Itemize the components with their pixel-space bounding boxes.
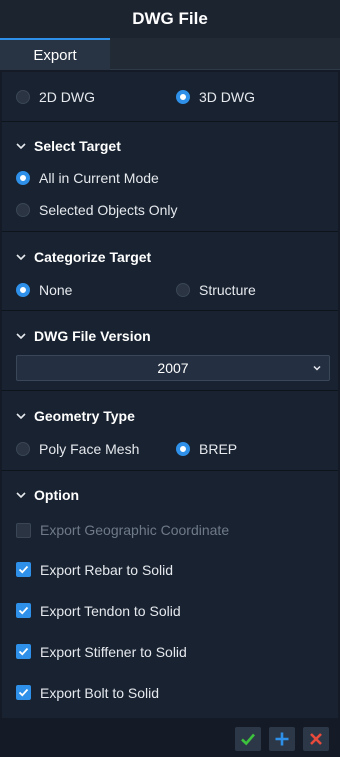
- window-title-text: DWG File: [132, 9, 208, 28]
- categorize-target-option-row: None Structure: [2, 274, 338, 306]
- dwg-version-select[interactable]: 2007: [16, 355, 330, 381]
- option-selected-label: Selected Objects Only: [39, 202, 178, 218]
- option-structure[interactable]: Structure: [176, 282, 336, 298]
- window-title: DWG File: [0, 0, 340, 38]
- chevron-down-icon: [14, 409, 28, 423]
- chevron-down-icon: [14, 250, 28, 264]
- option-section: Option Export Geographic Coordinate Expo…: [2, 471, 338, 714]
- chevron-down-icon: [14, 329, 28, 343]
- dwg-version-header[interactable]: DWG File Version: [2, 311, 338, 353]
- option-item-tendon[interactable]: Export Tendon to Solid: [2, 590, 338, 631]
- option-all-label: All in Current Mode: [39, 170, 159, 186]
- select-target-header[interactable]: Select Target: [2, 122, 338, 162]
- option-brep[interactable]: BREP: [176, 441, 336, 457]
- option-poly-face-mesh[interactable]: Poly Face Mesh: [16, 441, 176, 457]
- radio-poly-face-mesh[interactable]: [16, 442, 30, 456]
- add-button[interactable]: [269, 727, 295, 751]
- select-target-title: Select Target: [34, 138, 121, 154]
- check-icon: [18, 606, 29, 615]
- option-header[interactable]: Option: [2, 471, 338, 511]
- select-target-option-row: All in Current Mode: [2, 162, 338, 194]
- dwg-version-section: DWG File Version 2007: [2, 311, 338, 391]
- geometry-type-section: Geometry Type Poly Face Mesh BREP: [2, 391, 338, 471]
- option-tendon-label: Export Tendon to Solid: [40, 602, 181, 619]
- radio-structure[interactable]: [176, 283, 190, 297]
- option-3d-dwg[interactable]: 3D DWG: [176, 89, 336, 105]
- check-icon: [18, 688, 29, 697]
- radio-2d-dwg[interactable]: [16, 90, 30, 104]
- dwg-version-value: 2007: [157, 360, 189, 376]
- export-panel: 2D DWG 3D DWG Select Target All in Curre…: [2, 72, 338, 718]
- option-3d-dwg-label: 3D DWG: [199, 89, 255, 105]
- select-target-option-row: Selected Objects Only: [2, 194, 338, 226]
- tab-export[interactable]: Export: [0, 38, 110, 70]
- ok-button[interactable]: [235, 727, 261, 751]
- checkbox-export-bolt[interactable]: [16, 685, 31, 700]
- radio-brep[interactable]: [176, 442, 190, 456]
- option-item-stiffener[interactable]: Export Stiffener to Solid: [2, 631, 338, 672]
- option-geographic-label: Export Geographic Coordinate: [40, 522, 230, 538]
- checkbox-export-stiffener[interactable]: [16, 644, 31, 659]
- radio-3d-dwg[interactable]: [176, 90, 190, 104]
- check-icon: [18, 565, 29, 574]
- select-target-section: Select Target All in Current Mode Select…: [2, 122, 338, 232]
- categorize-target-section: Categorize Target None Structure: [2, 232, 338, 311]
- chevron-down-icon: [14, 139, 28, 153]
- radio-selected-objects-only[interactable]: [16, 203, 30, 217]
- output-mode-section: 2D DWG 3D DWG: [2, 72, 338, 122]
- radio-none[interactable]: [16, 283, 30, 297]
- option-rebar-label: Export Rebar to Solid: [40, 561, 174, 578]
- chevron-down-icon: [311, 361, 323, 377]
- option-all-in-current-mode[interactable]: All in Current Mode: [16, 170, 316, 186]
- option-2d-dwg-label: 2D DWG: [39, 89, 95, 105]
- radio-all-in-current-mode[interactable]: [16, 171, 30, 185]
- option-item-rebar[interactable]: Export Rebar to Solid: [2, 549, 338, 590]
- tab-export-label: Export: [33, 46, 77, 64]
- option-item-bolt[interactable]: Export Bolt to Solid: [2, 672, 338, 713]
- checkbox-export-tendon[interactable]: [16, 603, 31, 618]
- close-icon: [310, 733, 322, 745]
- geometry-type-header[interactable]: Geometry Type: [2, 391, 338, 433]
- option-none[interactable]: None: [16, 282, 176, 298]
- option-title: Option: [34, 487, 80, 503]
- dwg-version-title: DWG File Version: [34, 328, 151, 344]
- option-none-label: None: [39, 282, 73, 298]
- check-icon: [241, 733, 255, 746]
- footer-bar: [0, 718, 340, 757]
- plus-icon: [275, 732, 289, 746]
- option-structure-label: Structure: [199, 282, 256, 298]
- check-icon: [18, 647, 29, 656]
- option-bolt-label: Export Bolt to Solid: [40, 684, 160, 701]
- checkbox-export-geographic-coordinate[interactable]: [16, 522, 31, 538]
- tab-bar: Export: [0, 38, 340, 70]
- cancel-button[interactable]: [303, 727, 329, 751]
- option-selected-objects-only[interactable]: Selected Objects Only: [16, 202, 316, 218]
- geometry-type-title: Geometry Type: [34, 408, 135, 424]
- chevron-down-icon: [14, 488, 28, 502]
- categorize-target-title: Categorize Target: [34, 249, 152, 265]
- option-stiffener-label: Export Stiffener to Solid: [40, 643, 187, 660]
- option-poly-face-mesh-label: Poly Face Mesh: [39, 441, 140, 457]
- option-2d-dwg[interactable]: 2D DWG: [16, 89, 176, 105]
- checkbox-export-rebar[interactable]: [16, 562, 31, 577]
- categorize-target-header[interactable]: Categorize Target: [2, 232, 338, 274]
- option-item-geographic[interactable]: Export Geographic Coordinate: [2, 511, 338, 549]
- option-brep-label: BREP: [199, 441, 238, 457]
- geometry-type-option-row: Poly Face Mesh BREP: [2, 433, 338, 465]
